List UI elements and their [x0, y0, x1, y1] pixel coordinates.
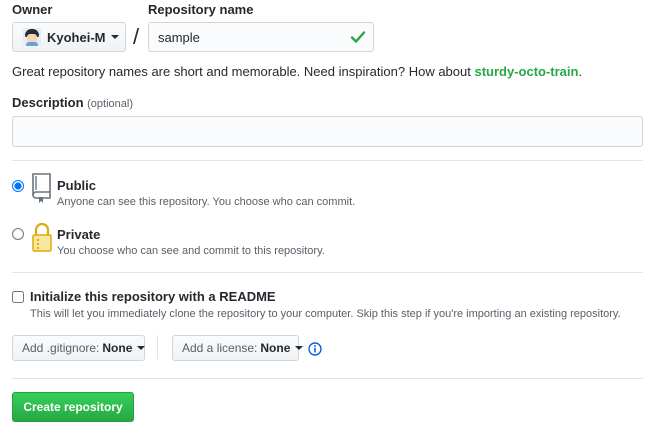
- owner-name: Kyohei-M: [47, 29, 106, 45]
- hint-text: Great repository names are short and mem…: [12, 64, 475, 79]
- public-title: Public: [57, 178, 97, 193]
- avatar: [23, 28, 41, 46]
- gitignore-value: None: [102, 341, 133, 355]
- owner-label: Owner: [12, 2, 53, 17]
- public-note: Anyone can see this repository. You choo…: [57, 196, 356, 208]
- chevron-down-icon: [295, 346, 304, 350]
- owner-select-button[interactable]: Kyohei-M: [12, 22, 126, 52]
- repo-name-input[interactable]: [148, 22, 374, 52]
- divider: [157, 335, 158, 359]
- gitignore-prefix: Add .gitignore:: [22, 341, 100, 355]
- repo-name-label: Repository name: [148, 2, 254, 17]
- private-title: Private: [57, 227, 101, 242]
- hint-end: .: [578, 64, 583, 79]
- description-input[interactable]: [12, 116, 643, 147]
- license-select-button[interactable]: Add a license: None: [172, 335, 304, 361]
- readme-label[interactable]: Initialize this repository with a README: [30, 289, 276, 304]
- repo-book-icon: [32, 173, 51, 203]
- public-radio[interactable]: [12, 180, 24, 192]
- description-label: Description (optional): [12, 95, 133, 110]
- license-value: None: [260, 341, 291, 355]
- repo-name-hint: Great repository names are short and mem…: [12, 64, 582, 79]
- divider: [12, 272, 643, 273]
- optional-tag: (optional): [87, 98, 133, 110]
- name-suggestion-link[interactable]: sturdy-octo-train: [474, 64, 578, 79]
- private-radio[interactable]: [12, 228, 24, 240]
- private-note: You choose who can see and commit to thi…: [57, 245, 325, 257]
- description-label-text: Description: [12, 95, 84, 110]
- readme-note: This will let you immediately clone the …: [30, 308, 621, 320]
- gitignore-select-button[interactable]: Add .gitignore: None: [12, 335, 146, 361]
- owner-repo-separator: /: [133, 24, 140, 49]
- license-prefix: Add a license:: [182, 341, 258, 355]
- chevron-down-icon: [110, 35, 119, 39]
- chevron-down-icon: [137, 346, 146, 350]
- readme-checkbox[interactable]: [12, 291, 24, 303]
- divider: [12, 378, 643, 379]
- lock-icon: [32, 222, 52, 252]
- divider: [12, 160, 643, 161]
- check-icon: [350, 31, 366, 43]
- create-repository-button[interactable]: Create repository: [12, 392, 134, 422]
- info-icon[interactable]: [308, 342, 322, 356]
